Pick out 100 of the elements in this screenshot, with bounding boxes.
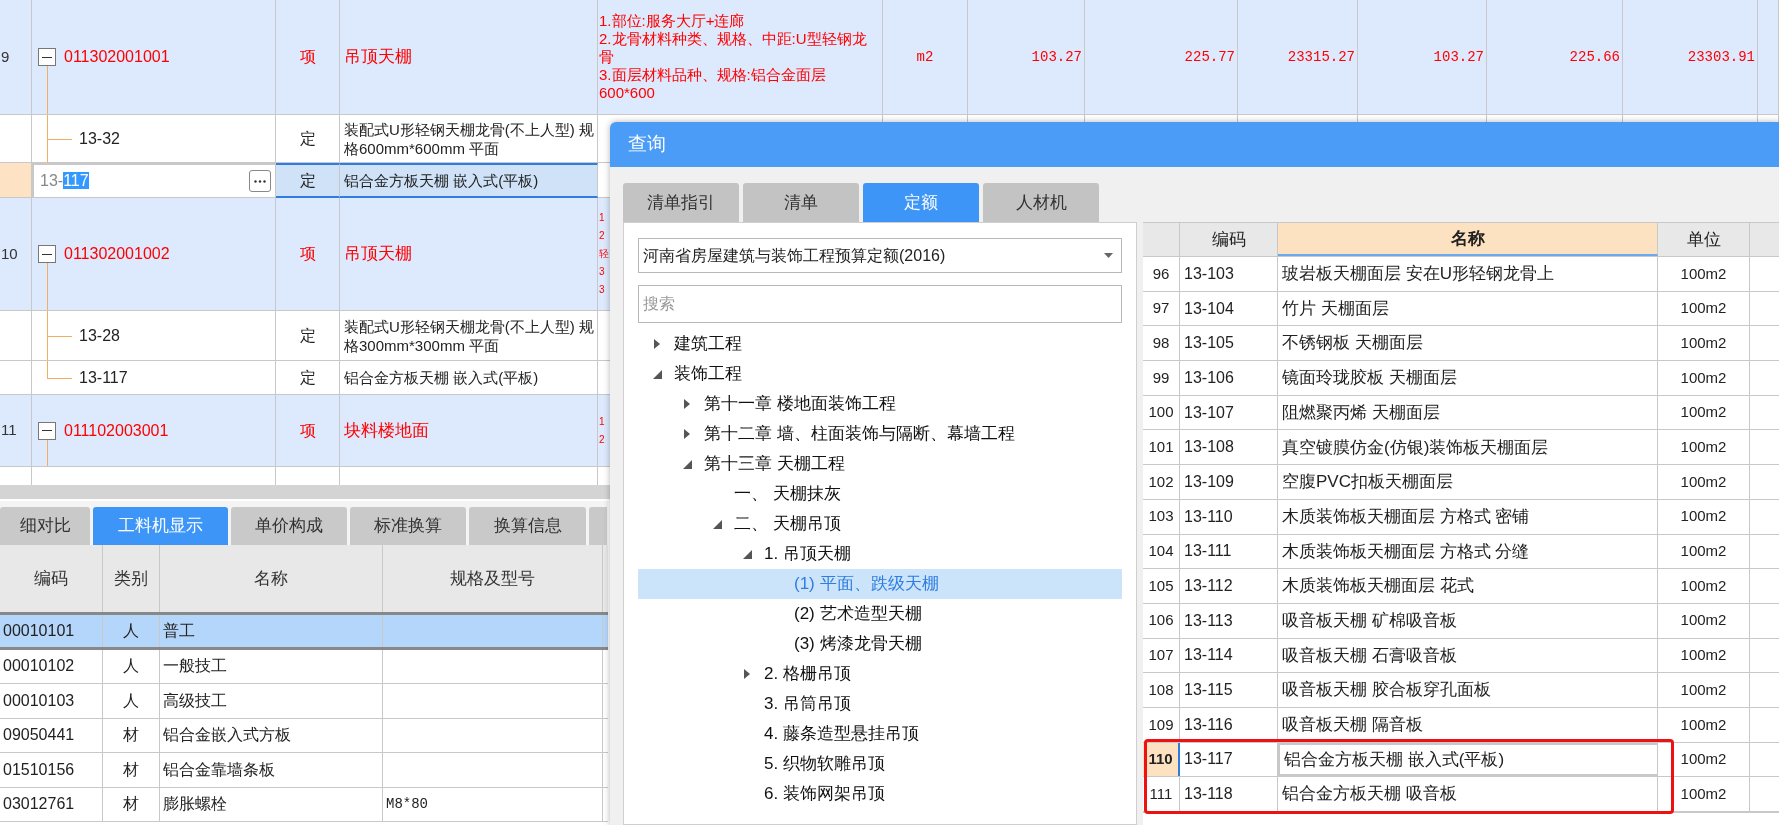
table-cell-text: 一般技工 (163, 656, 227, 677)
code-input[interactable]: 13-117 (32, 163, 276, 198)
tree-item[interactable]: 第十二章 墙、柱面装饰与隔断、幕墙工程 (638, 419, 1122, 449)
column-header[interactable]: 单位 (1658, 223, 1750, 256)
amount-text: 23315.27 (1287, 47, 1355, 67)
resource-row[interactable]: 03012761 材 膨胀螺栓 M8*80 (0, 787, 608, 822)
table-cell-text: 03012761 (3, 794, 75, 815)
tree-item[interactable]: 6. 装饰网架吊顶 (638, 779, 1122, 809)
tree-item[interactable]: 1. 吊顶天棚 (638, 539, 1122, 569)
quota-row[interactable]: 107 13-114 吸音板天棚 石膏吸音板 100m2 (1143, 638, 1779, 674)
search-field[interactable]: 搜索 (638, 285, 1122, 323)
quota-row[interactable]: 99 13-106 镜面玲珑胶板 天棚面层 100m2 (1143, 361, 1779, 396)
table-cell-text: 吸音板天棚 石膏吸音板 (1282, 644, 1457, 667)
item-code: 011302001002 (64, 244, 170, 264)
table-cell-text: M8*80 (386, 794, 428, 814)
resource-row[interactable]: 01510156 材 铝合金靠墙条板 (0, 753, 608, 788)
table-cell-text: 不锈钢板 天棚面层 (1282, 332, 1423, 355)
resource-row[interactable]: 00010102 人 一般技工 (0, 649, 608, 684)
panel-tab[interactable]: 标准换算 (350, 507, 466, 545)
tree-item[interactable]: 5. 织物软雕吊顶 (638, 749, 1122, 779)
row-number: 106 (1148, 610, 1174, 631)
quota-row[interactable]: 105 13-112 木质装饰板天棚面层 花式 100m2 (1143, 569, 1779, 604)
column-header[interactable]: 名称 (1278, 223, 1658, 256)
row-number: 101 (1148, 437, 1174, 458)
table-row[interactable]: 9 011302001001 项 吊顶天棚 1.部位:服务大厅+连廊 2.龙骨材料种类、规格、中距:U型轻钢龙骨 3.面层材料品种、规格:铝合金面层600*600 m2 103.27 225.77 23315.27 103.27 225.66 23303.91 (0, 0, 1779, 115)
dialog-title: 查询 (628, 132, 666, 157)
quota-row[interactable]: 102 13-109 空腹PVC扣板天棚面层 100m2 (1143, 465, 1779, 500)
tree-item[interactable]: 一、 天棚抹灰 (638, 479, 1122, 509)
expanded-triangle-icon (652, 369, 662, 379)
collapse-icon[interactable] (38, 421, 56, 440)
tree-item[interactable]: (3) 烤漆龙骨天棚 (638, 629, 1122, 659)
table-cell-text: 100m2 (1680, 679, 1727, 700)
panel-tab[interactable]: 换算信息 (469, 507, 586, 545)
resource-row[interactable]: 00010103 人 高级技工 (0, 684, 608, 719)
tree-item[interactable]: 建筑工程 (638, 329, 1122, 359)
amount-text: 103.27 (1433, 47, 1484, 67)
dialog-tab[interactable]: 清单指引 (623, 183, 739, 222)
tree-item[interactable]: 装饰工程 (638, 359, 1122, 389)
quota-code: 13-32 (79, 128, 120, 149)
item-code: 011302001001 (64, 47, 170, 67)
panel-tab[interactable]: 细对比 (0, 507, 90, 545)
tree-item[interactable]: 4. 藤条造型悬挂吊顶 (638, 719, 1122, 749)
collapse-icon[interactable] (38, 48, 56, 66)
quota-row[interactable]: 111 13-118 铝合金方板天棚 吸音板 100m2 (1143, 777, 1779, 812)
quota-row[interactable]: 98 13-105 不锈钢板 天棚面层 100m2 (1143, 326, 1779, 362)
unit-text: m2 (916, 47, 934, 67)
panel-tab[interactable]: 单价构成 (231, 507, 347, 545)
tree-item[interactable]: 第十一章 楼地面装饰工程 (638, 389, 1122, 419)
table-cell-text: 铝合金嵌入式方板 (163, 725, 291, 746)
quota-row[interactable]: 100 13-107 阻燃聚丙烯 天棚面层 100m2 (1143, 395, 1779, 431)
row-number: 105 (1148, 575, 1174, 596)
row-number: 102 (1148, 471, 1174, 492)
tree-item[interactable]: 3. 吊筒吊顶 (638, 689, 1122, 719)
quota-row[interactable]: 108 13-115 吸音板天棚 胶合板穿孔面板 100m2 (1143, 673, 1779, 708)
table-cell-text: 玻岩板天棚面层 安在U形轻钢龙骨上 (1282, 263, 1554, 286)
collapsed-triangle-icon (744, 669, 750, 679)
tree-item[interactable]: (2) 艺术造型天棚 (638, 599, 1122, 629)
collapse-icon[interactable] (38, 245, 56, 263)
expanded-triangle-icon (742, 549, 752, 559)
type-text: 定 (299, 325, 316, 346)
library-dropdown[interactable]: 河南省房屋建筑与装饰工程预算定额(2016) (638, 238, 1122, 273)
quota-row[interactable]: 106 13-113 吸音板天棚 矿棉吸音板 100m2 (1143, 603, 1779, 639)
tree-item[interactable]: 第十三章 天棚工程 (638, 449, 1122, 479)
table-cell-text: 铝合金方板天棚 吸音板 (1282, 783, 1457, 806)
quota-row[interactable]: 96 13-103 玻岩板天棚面层 安在U形轻钢龙骨上 100m2 (1143, 257, 1779, 292)
tree-item[interactable]: 二、 天棚吊顶 (638, 509, 1122, 539)
browse-button[interactable] (249, 170, 271, 192)
row-number: 97 (1152, 298, 1170, 319)
dialog-tab[interactable]: 人材机 (983, 183, 1099, 222)
item-name: 吊顶天棚 (344, 46, 412, 69)
table-cell-text: 空腹PVC扣板天棚面层 (1282, 471, 1453, 494)
quota-row[interactable]: 110 13-117 铝合金方板天棚 嵌入式(平板) 100m2 (1143, 742, 1779, 778)
feature-line: 1.部位:服务大厅+连廊 (599, 12, 746, 30)
table-cell-text: 13-103 (1184, 263, 1234, 284)
table-cell-text: 13-115 (1184, 680, 1233, 701)
table-cell-text: 13-117 (1184, 749, 1233, 770)
row-number: 100 (1148, 402, 1174, 423)
resource-row[interactable]: 09050441 材 铝合金嵌入式方板 (0, 718, 608, 753)
table-cell-text: 阻燃聚丙烯 天棚面层 (1282, 401, 1440, 424)
quota-row[interactable]: 97 13-104 竹片 天棚面层 100m2 (1143, 291, 1779, 327)
feature-line: 1 (599, 414, 606, 429)
table-cell-text: 13-109 (1184, 471, 1234, 492)
dialog-tab[interactable]: 清单 (743, 183, 859, 222)
tree-item[interactable]: 2. 格栅吊顶 (638, 659, 1122, 689)
table-cell-text: 13-107 (1184, 402, 1234, 423)
row-number: 103 (1148, 506, 1174, 527)
quota-row[interactable]: 104 13-111 木质装饰板天棚面层 方格式 分缝 100m2 (1143, 534, 1779, 570)
row-number: 108 (1148, 679, 1174, 700)
row-number: 99 (1152, 367, 1170, 388)
resource-row[interactable]: 00010101 人 普工 (0, 615, 608, 650)
row-number: 109 (1148, 714, 1174, 735)
row-number: 96 (1152, 263, 1170, 284)
table-cell-text: 13-110 (1184, 506, 1233, 527)
quota-row[interactable]: 101 13-108 真空镀膜仿金(仿银)装饰板天棚面层 100m2 (1143, 430, 1779, 466)
table-cell-text: 100m2 (1680, 541, 1727, 562)
quota-row[interactable]: 103 13-110 木质装饰板天棚面层 方格式 密铺 100m2 (1143, 499, 1779, 535)
table-cell-text: 100m2 (1680, 437, 1727, 458)
table-cell-text: 材 (123, 725, 139, 746)
expanded-triangle-icon (712, 519, 722, 529)
type-text: 定 (299, 367, 316, 388)
